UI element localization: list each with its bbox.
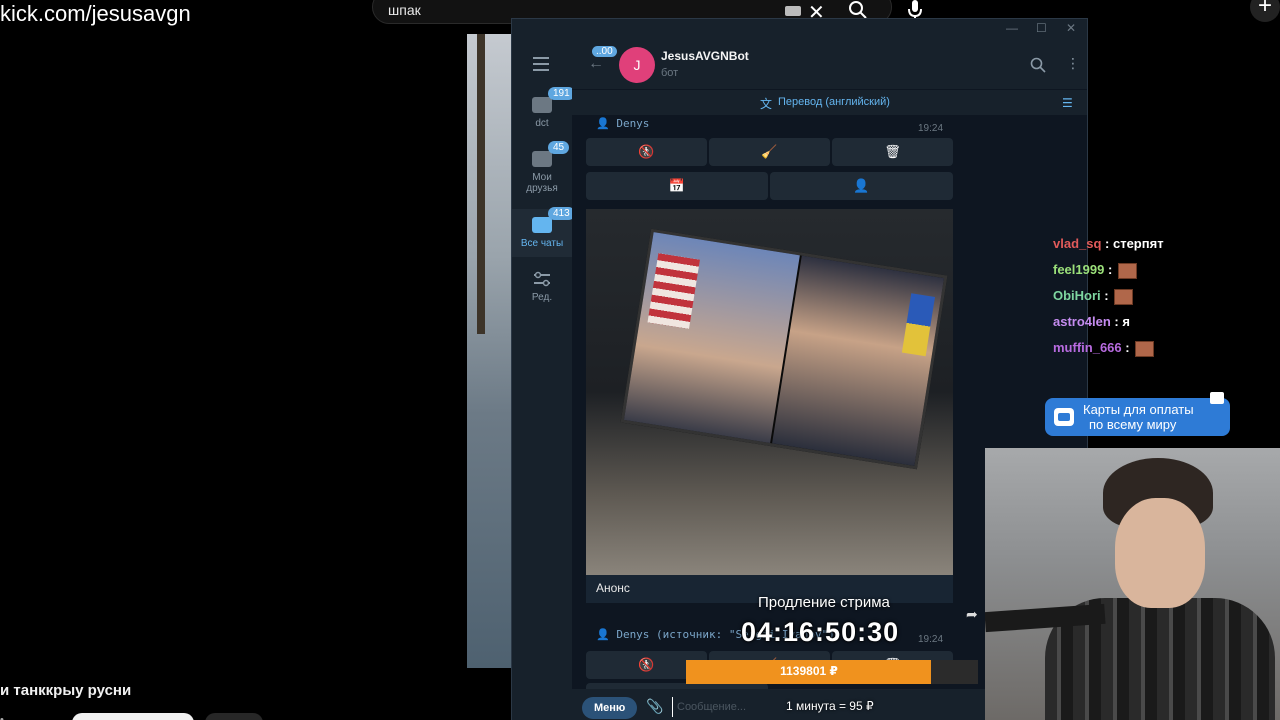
chat-username: vlad_sq (1053, 236, 1102, 251)
inline-button-delete[interactable]: 🗑 (832, 138, 953, 166)
chat-username: feel1999 (1053, 262, 1105, 277)
minimize-icon[interactable]: — (1006, 21, 1018, 35)
like-button[interactable] (205, 713, 263, 720)
folder-label: Ред. (531, 292, 553, 303)
translate-label[interactable]: Перевод (английский) (778, 96, 890, 108)
ad-line-2: по всему миру (1089, 417, 1177, 432)
close-window-icon[interactable]: ✕ (1066, 21, 1076, 35)
chat-message: muffin_666 : (1053, 340, 1164, 366)
folder-label: Мои друзья (526, 172, 558, 194)
ua-flag (901, 293, 935, 357)
translate-bar[interactable]: 文 Перевод (английский) ☰ (572, 89, 1087, 115)
emote-icon (1135, 340, 1155, 357)
photo-left-person (623, 232, 800, 443)
ad-text: Карты для оплаты по всему миру (1083, 402, 1194, 432)
folder-label: Все чаты (520, 238, 564, 249)
chats-icon: 413 (532, 207, 575, 233)
avatar[interactable]: J (619, 47, 655, 83)
back-unread-badge: ..00 (592, 46, 617, 57)
channel-label-fragment: • (0, 714, 4, 720)
subathon-title: Продление стрима (758, 594, 890, 611)
progress-value: 1139801 ₽ (780, 664, 838, 678)
page-url[interactable]: kick.com/jesusavgn (0, 1, 191, 27)
translate-icon: 文 (760, 97, 773, 111)
chat-text: стерпят (1112, 236, 1164, 251)
subscribe-button[interactable] (72, 713, 194, 720)
emote-icon (1117, 262, 1137, 279)
unread-badge: 191 (548, 87, 575, 100)
message-sender[interactable]: 👤 Denys (596, 117, 649, 130)
sliders-icon (534, 271, 550, 287)
video-title[interactable]: и танккрыу русни (0, 682, 131, 699)
chat-message: vlad_sq : стерпят (1053, 236, 1164, 251)
video-frame-detail (477, 34, 485, 334)
chat-username: muffin_666 (1053, 340, 1122, 355)
chat-username: astro4len (1053, 314, 1111, 329)
ad-line-1: Карты для оплаты (1083, 402, 1194, 417)
message-photo[interactable] (586, 209, 953, 575)
search-icon[interactable] (1030, 57, 1046, 73)
unread-badge: 45 (548, 141, 570, 154)
inline-button-clean[interactable]: 🧹 (709, 138, 830, 166)
keyboard-icon[interactable] (785, 6, 801, 16)
chat-message: ObiHori : (1053, 288, 1164, 314)
streamer-webcam (985, 448, 1280, 720)
message-time: 19:24 (918, 634, 944, 645)
chat-title[interactable]: JesusAVGNBot (661, 49, 749, 63)
webcam-head (1115, 498, 1205, 608)
chat-text: я (1122, 314, 1130, 329)
search-query[interactable]: шпак (388, 2, 421, 18)
subathon-rate: 1 минута = 95 ₽ (786, 699, 874, 713)
folder-label: dct (535, 118, 549, 129)
ad-banner[interactable]: Карты для оплаты по всему миру (1045, 392, 1230, 436)
more-options-icon[interactable]: ⋮ (1066, 55, 1080, 72)
chat-message: feel1999 : (1053, 262, 1164, 288)
chat-subtitle: бот (661, 67, 679, 79)
message-time: 19:24 (918, 123, 944, 134)
card-icon (1054, 408, 1074, 426)
maximize-icon[interactable]: ☐ (1036, 21, 1047, 35)
chat-header: ← ..00 J JesusAVGNBot бот ⋮ (572, 43, 1087, 89)
window-titlebar: — ☐ ✕ (512, 19, 1087, 43)
folders-sidebar: 191 dct 45 Мои друзья 413 Все чаты Ред. (512, 43, 575, 720)
inline-button-user[interactable]: 👤 (770, 172, 953, 200)
inline-button-ban[interactable]: 🚷 (586, 138, 707, 166)
folder-icon: 191 (532, 87, 575, 113)
main-menu-icon[interactable] (533, 57, 549, 75)
stream-chat-overlay: vlad_sq : стерпят feel1999 : ObiHori : a… (1053, 236, 1164, 366)
folder-icon: 45 (532, 141, 570, 167)
chat-message: astro4len : я (1053, 314, 1130, 329)
translate-settings-icon[interactable]: ☰ (1062, 96, 1073, 110)
folder-friends[interactable]: 45 Мои друзья (512, 141, 572, 194)
forward-icon[interactable]: ➦ (966, 606, 978, 623)
donation-progress-bar: 1139801 ₽ (686, 660, 978, 684)
folder-edit[interactable]: Ред. (512, 271, 572, 303)
back-arrow-icon[interactable]: ← (588, 55, 604, 73)
us-flag (647, 253, 700, 329)
photo-right-person (772, 255, 945, 466)
unread-badge: 413 (548, 207, 575, 220)
folder-dct[interactable]: 191 dct (512, 87, 575, 129)
emote-icon (1114, 288, 1134, 305)
ad-tag-icon (1210, 392, 1224, 404)
video-player[interactable] (467, 34, 511, 668)
subathon-timer: 04:16:50:30 (741, 617, 900, 647)
attach-icon[interactable]: 📎 (646, 698, 663, 715)
bot-menu-button[interactable]: Меню (582, 697, 638, 719)
inline-button-calendar[interactable]: 📅 (586, 172, 768, 200)
chat-username: ObiHori (1053, 288, 1101, 303)
folder-all-chats[interactable]: 413 Все чаты (512, 207, 575, 257)
